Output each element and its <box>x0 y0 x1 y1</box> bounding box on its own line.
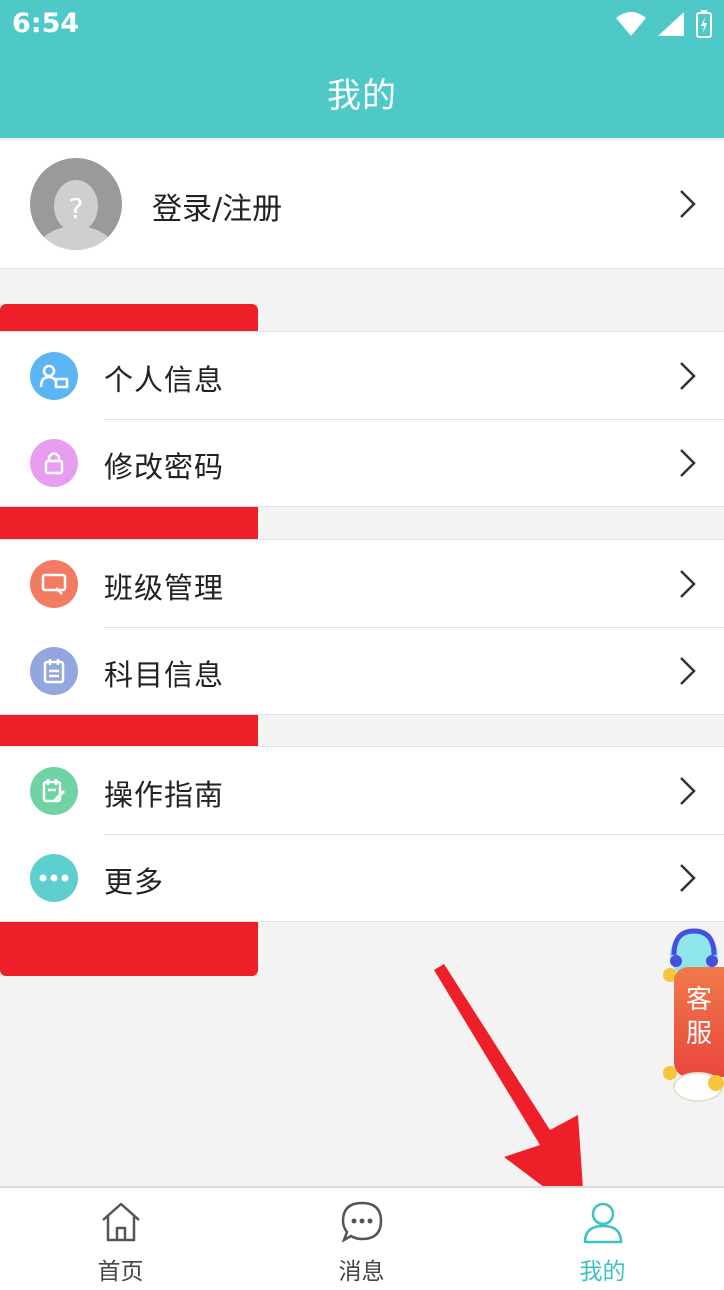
menu-section-account: 个人信息 修改密码 <box>0 331 724 507</box>
customer-service-label: 客 服 <box>674 967 724 1077</box>
chevron-right-icon <box>680 190 696 218</box>
menu-item-personal-info[interactable]: 个人信息 <box>0 332 724 419</box>
menu-item-label: 科目信息 <box>104 658 225 692</box>
menu-section-help: 操作指南 更多 <box>0 746 724 922</box>
tab-label: 消息 <box>338 1259 385 1285</box>
menu-item-label: 操作指南 <box>104 778 225 812</box>
avatar: ? <box>30 158 122 250</box>
person-card-icon <box>30 352 78 400</box>
class-icon <box>30 560 78 608</box>
menu-item-class-management[interactable]: 班级管理 <box>0 540 724 627</box>
wifi-icon <box>616 12 646 36</box>
tab-messages[interactable]: 消息 <box>241 1188 482 1290</box>
page-title: 我的 <box>327 76 397 116</box>
tab-label: 我的 <box>579 1259 626 1285</box>
menu-section-class: 班级管理 科目信息 <box>0 539 724 715</box>
menu-item-more[interactable]: 更多 <box>0 834 724 921</box>
tab-label: 首页 <box>97 1259 144 1285</box>
mascot-hand-icon <box>663 1066 724 1102</box>
menu-item-label: 班级管理 <box>104 571 225 605</box>
user-icon <box>583 1202 622 1244</box>
chevron-right-icon <box>680 362 696 390</box>
menu-item-change-password[interactable]: 修改密码 <box>0 419 724 506</box>
status-bar: 6:54 <box>0 0 724 50</box>
menu-item-subject-info[interactable]: 科目信息 <box>0 627 724 714</box>
home-icon <box>101 1202 140 1242</box>
chevron-right-icon <box>680 657 696 685</box>
guide-icon <box>30 767 78 815</box>
chevron-right-icon <box>680 449 696 477</box>
status-icons <box>616 10 712 38</box>
battery-icon <box>696 10 712 38</box>
menu-item-label: 更多 <box>104 865 165 899</box>
customer-service-button[interactable]: 客 服 <box>660 925 724 1105</box>
tab-home[interactable]: 首页 <box>0 1188 241 1290</box>
signal-icon <box>658 12 684 36</box>
bottom-tab-bar: 首页 消息 我的 <box>0 1186 724 1290</box>
login-register-label: 登录/注册 <box>152 192 283 227</box>
login-register-row[interactable]: ? 登录/注册 <box>0 140 724 269</box>
chevron-right-icon <box>680 864 696 892</box>
svg-text:?: ? <box>69 192 84 225</box>
menu-item-user-guide[interactable]: 操作指南 <box>0 747 724 834</box>
status-time: 6:54 <box>12 8 80 39</box>
tab-mine[interactable]: 我的 <box>482 1188 723 1290</box>
chevron-right-icon <box>680 777 696 805</box>
menu-item-label: 修改密码 <box>104 450 225 484</box>
chevron-right-icon <box>680 570 696 598</box>
default-avatar-icon: ? <box>38 180 114 250</box>
chat-bubble-icon <box>341 1201 382 1243</box>
title-bar: 我的 <box>0 50 724 138</box>
more-dots-icon <box>30 854 78 902</box>
menu-item-label: 个人信息 <box>104 363 225 397</box>
lock-icon <box>30 439 78 487</box>
clipboard-icon <box>30 647 78 695</box>
